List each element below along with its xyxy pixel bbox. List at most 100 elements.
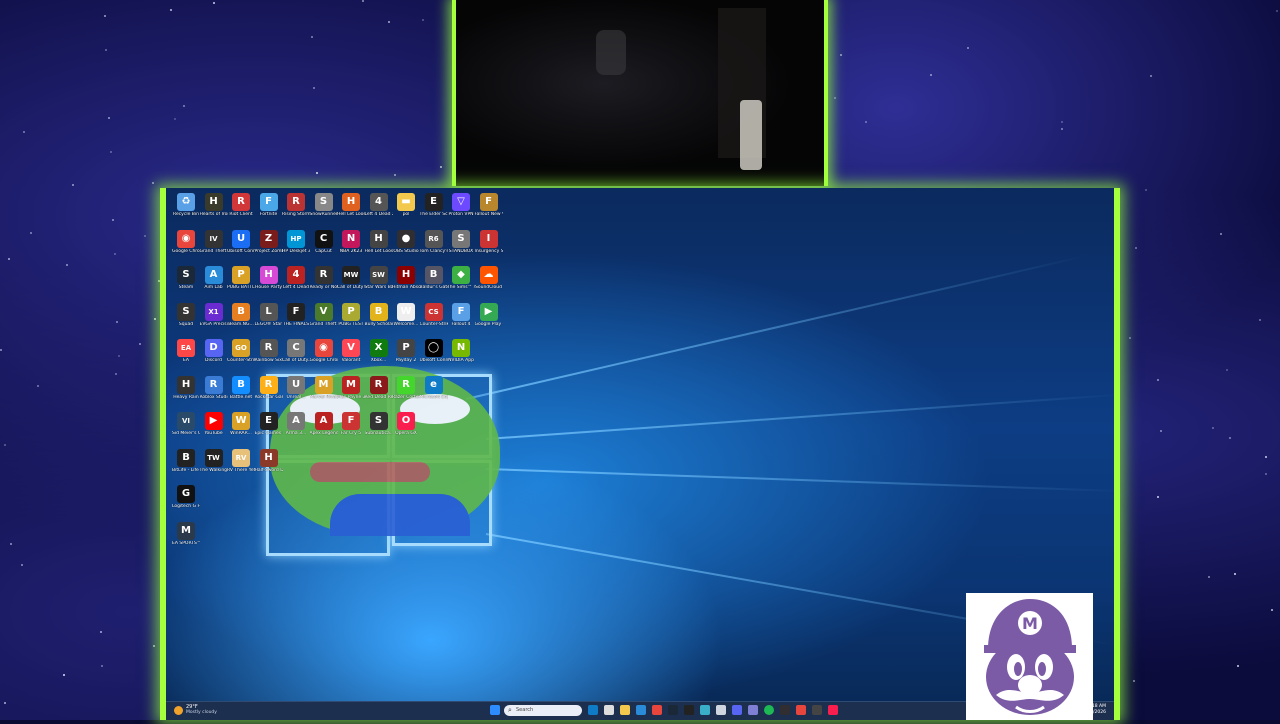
desktop-icon[interactable]: F Far Cry 5 <box>337 411 365 449</box>
desktop-icon[interactable]: S Subnautica... <box>365 411 393 449</box>
desktop-icon[interactable]: GLogitech G HUB <box>172 484 200 522</box>
app-icon[interactable] <box>812 705 822 715</box>
steam-icon[interactable] <box>668 705 678 715</box>
task-view-icon[interactable] <box>604 705 614 715</box>
desktop-icon[interactable]: VISid Meier's Civilization VI <box>172 411 200 449</box>
desktop-icon[interactable]: C Call of Duty... <box>282 338 310 376</box>
desktop-icon[interactable]: X Xbox... <box>365 338 393 376</box>
desktop-icon[interactable]: U Unreal... <box>282 375 310 413</box>
store-icon[interactable] <box>636 705 646 715</box>
desktop-icon[interactable]: EThe Elder Scrolls ... <box>420 192 448 230</box>
desktop-icon[interactable]: ◉Google Chrome <box>172 229 200 267</box>
desktop-icon[interactable]: R Ready or Not <box>310 265 338 303</box>
desktop-icon[interactable]: AApex Legends <box>310 411 338 449</box>
desktop-icon[interactable]: ▬ pol <box>392 192 420 230</box>
desktop-icon[interactable]: 4 Left 4 Dead <box>282 265 310 303</box>
desktop-icon[interactable]: B Battle.net <box>227 375 255 413</box>
desktop-icon[interactable]: O Opera GX <box>392 411 420 449</box>
operagx-icon[interactable] <box>828 705 838 715</box>
desktop-icon[interactable]: SWStar Wars Battlefront... <box>365 265 393 303</box>
desktop-icon[interactable]: F THE FINALS <box>282 302 310 340</box>
desktop-icon[interactable]: N NBA 2K23 <box>337 229 365 267</box>
discord-icon[interactable] <box>732 705 742 715</box>
desktop-icon[interactable]: S Steam <box>172 265 200 303</box>
desktop-icon[interactable]: ▶Google Play Games <box>475 302 503 340</box>
desktop-icon[interactable]: ▽ Proton VPN <box>447 192 475 230</box>
desktop-icon[interactable]: V Valorant <box>337 338 365 376</box>
desktop-icon[interactable]: M Max Payne 3 <box>337 375 365 413</box>
desktop-icon[interactable]: RV RV There Yet <box>227 448 255 486</box>
desktop-icon[interactable]: 4 Left 4 Dead 2 <box>365 192 393 230</box>
desktop-icon[interactable]: B Beam.NG... <box>227 302 255 340</box>
desktop-icon[interactable]: HHitman Absolution <box>392 265 420 303</box>
desktop-icon[interactable]: F Fallout 4 <box>447 302 475 340</box>
desktop-icon[interactable]: H Heavy Rain <box>172 375 200 413</box>
desktop-icon[interactable]: UUbisoft Connect <box>227 229 255 267</box>
desktop-icon[interactable]: HHalf-Sword Demo <box>255 448 283 486</box>
desktop-icon[interactable]: M Marvel Rivals <box>310 375 338 413</box>
desktop-icon[interactable]: BBaldur's Gate 3 <box>420 265 448 303</box>
app-icon[interactable] <box>684 705 694 715</box>
desktop-icon[interactable]: A Aim Lab <box>200 265 228 303</box>
desktop-icon[interactable]: PPUBG BATTLEGR... <box>227 265 255 303</box>
desktop-icon[interactable]: R Roblox Studio <box>200 375 228 413</box>
desktop-icon[interactable]: GOCounter-Strike Global Off... <box>227 338 255 376</box>
desktop-icon[interactable]: RRazer Cortex... <box>392 375 420 413</box>
notepad-icon[interactable] <box>716 705 726 715</box>
desktop-icon[interactable]: IInsurgency Sandstorm <box>475 229 503 267</box>
desktop-icon[interactable]: RRising Storm 2 Vietnam <box>282 192 310 230</box>
app-icon[interactable] <box>748 705 758 715</box>
desktop-icon[interactable]: FFallout New Vegas <box>475 192 503 230</box>
edge-icon[interactable] <box>588 705 598 715</box>
desktop-icon[interactable]: C CapCut <box>310 229 338 267</box>
desktop-icon[interactable]: EEpic Games Launcher <box>255 411 283 449</box>
desktop-icon[interactable]: ◯Ubisoft Connect <box>420 338 448 376</box>
desktop-icon[interactable]: R Riot Client <box>227 192 255 230</box>
taskbar-search[interactable]: ⌕ Search <box>504 705 582 716</box>
desktop-icon[interactable]: BBully Scholarship... <box>365 302 393 340</box>
start-button[interactable] <box>490 705 500 715</box>
desktop-icon[interactable]: RRainbow Six... <box>255 338 283 376</box>
desktop-icon[interactable]: HHell Let Loose <box>337 192 365 230</box>
desktop-icon[interactable]: ● OBS Studio <box>392 229 420 267</box>
desktop-icon[interactable]: VGrand Theft Auto V <box>310 302 338 340</box>
weather-widget[interactable]: 29°F Mostly cloudy <box>174 704 234 718</box>
chrome-icon[interactable] <box>652 705 662 715</box>
desktop-icon[interactable]: D Discord <box>200 338 228 376</box>
desktop-icon[interactable]: W WinRAR... <box>227 411 255 449</box>
desktop-icon[interactable]: ◆ The Sims™ 4 <box>447 265 475 303</box>
desktop-icon[interactable]: HPHP Deskjet 3700 series <box>282 229 310 267</box>
desktop-icon[interactable]: MWCall of Duty® M... <box>337 265 365 303</box>
desktop-icon[interactable]: eMicrosoft Edge <box>420 375 448 413</box>
desktop-icon[interactable]: TWThe Walking Dead The... <box>200 448 228 486</box>
desktop-icon[interactable]: HHearts of Iron IV <box>200 192 228 230</box>
chrome-icon[interactable] <box>796 705 806 715</box>
desktop-icon[interactable]: ZProject Zomboid <box>255 229 283 267</box>
desktop-icon[interactable]: EA EA <box>172 338 200 376</box>
desktop-icon[interactable]: A Arma 3... <box>282 411 310 449</box>
desktop-icon[interactable]: RRed Dead Redemption 2 <box>365 375 393 413</box>
desktop-icon[interactable]: MEA SPORTS™ Madden N... <box>172 521 200 559</box>
desktop-icon[interactable]: P Payday 2 <box>392 338 420 376</box>
desktop-icon[interactable]: IVGrand Theft Auto IV T... <box>200 229 228 267</box>
desktop-icon[interactable]: P PUBG TEST <box>337 302 365 340</box>
spotify-icon[interactable] <box>764 705 774 715</box>
desktop-icon[interactable]: F Fortnite <box>255 192 283 230</box>
desktop-icon[interactable]: RRockstar Games... <box>255 375 283 413</box>
desktop-icon[interactable]: ♻ Recycle Bin <box>172 192 200 230</box>
desktop-icon[interactable]: CSCounter-Strike 2 <box>420 302 448 340</box>
app-icon[interactable] <box>700 705 710 715</box>
desktop-icon[interactable]: ◉Google Chrome <box>310 338 338 376</box>
desktop-icon[interactable]: S Squad <box>172 302 200 340</box>
obs-icon[interactable] <box>780 705 790 715</box>
desktop-icon[interactable]: R6Tom Clancy's Rainbow Si... <box>420 229 448 267</box>
desktop-icon[interactable]: BBitLife - Life Simulator <box>172 448 200 486</box>
desktop-icon[interactable]: HHell Let Loose <box>365 229 393 267</box>
desktop-icon[interactable]: N NVIDIA App <box>447 338 475 376</box>
desktop-icon[interactable]: S STANDBOX <box>447 229 475 267</box>
desktop-icon[interactable]: S SnowRunner <box>310 192 338 230</box>
desktop-icon[interactable]: LLEGO® Star Wars™ Th... <box>255 302 283 340</box>
desktop-icon[interactable]: X1EVGA Precision X1 <box>200 302 228 340</box>
desktop-icon[interactable]: H House Party <box>255 265 283 303</box>
desktop-icon[interactable]: ▶ YouTube <box>200 411 228 449</box>
